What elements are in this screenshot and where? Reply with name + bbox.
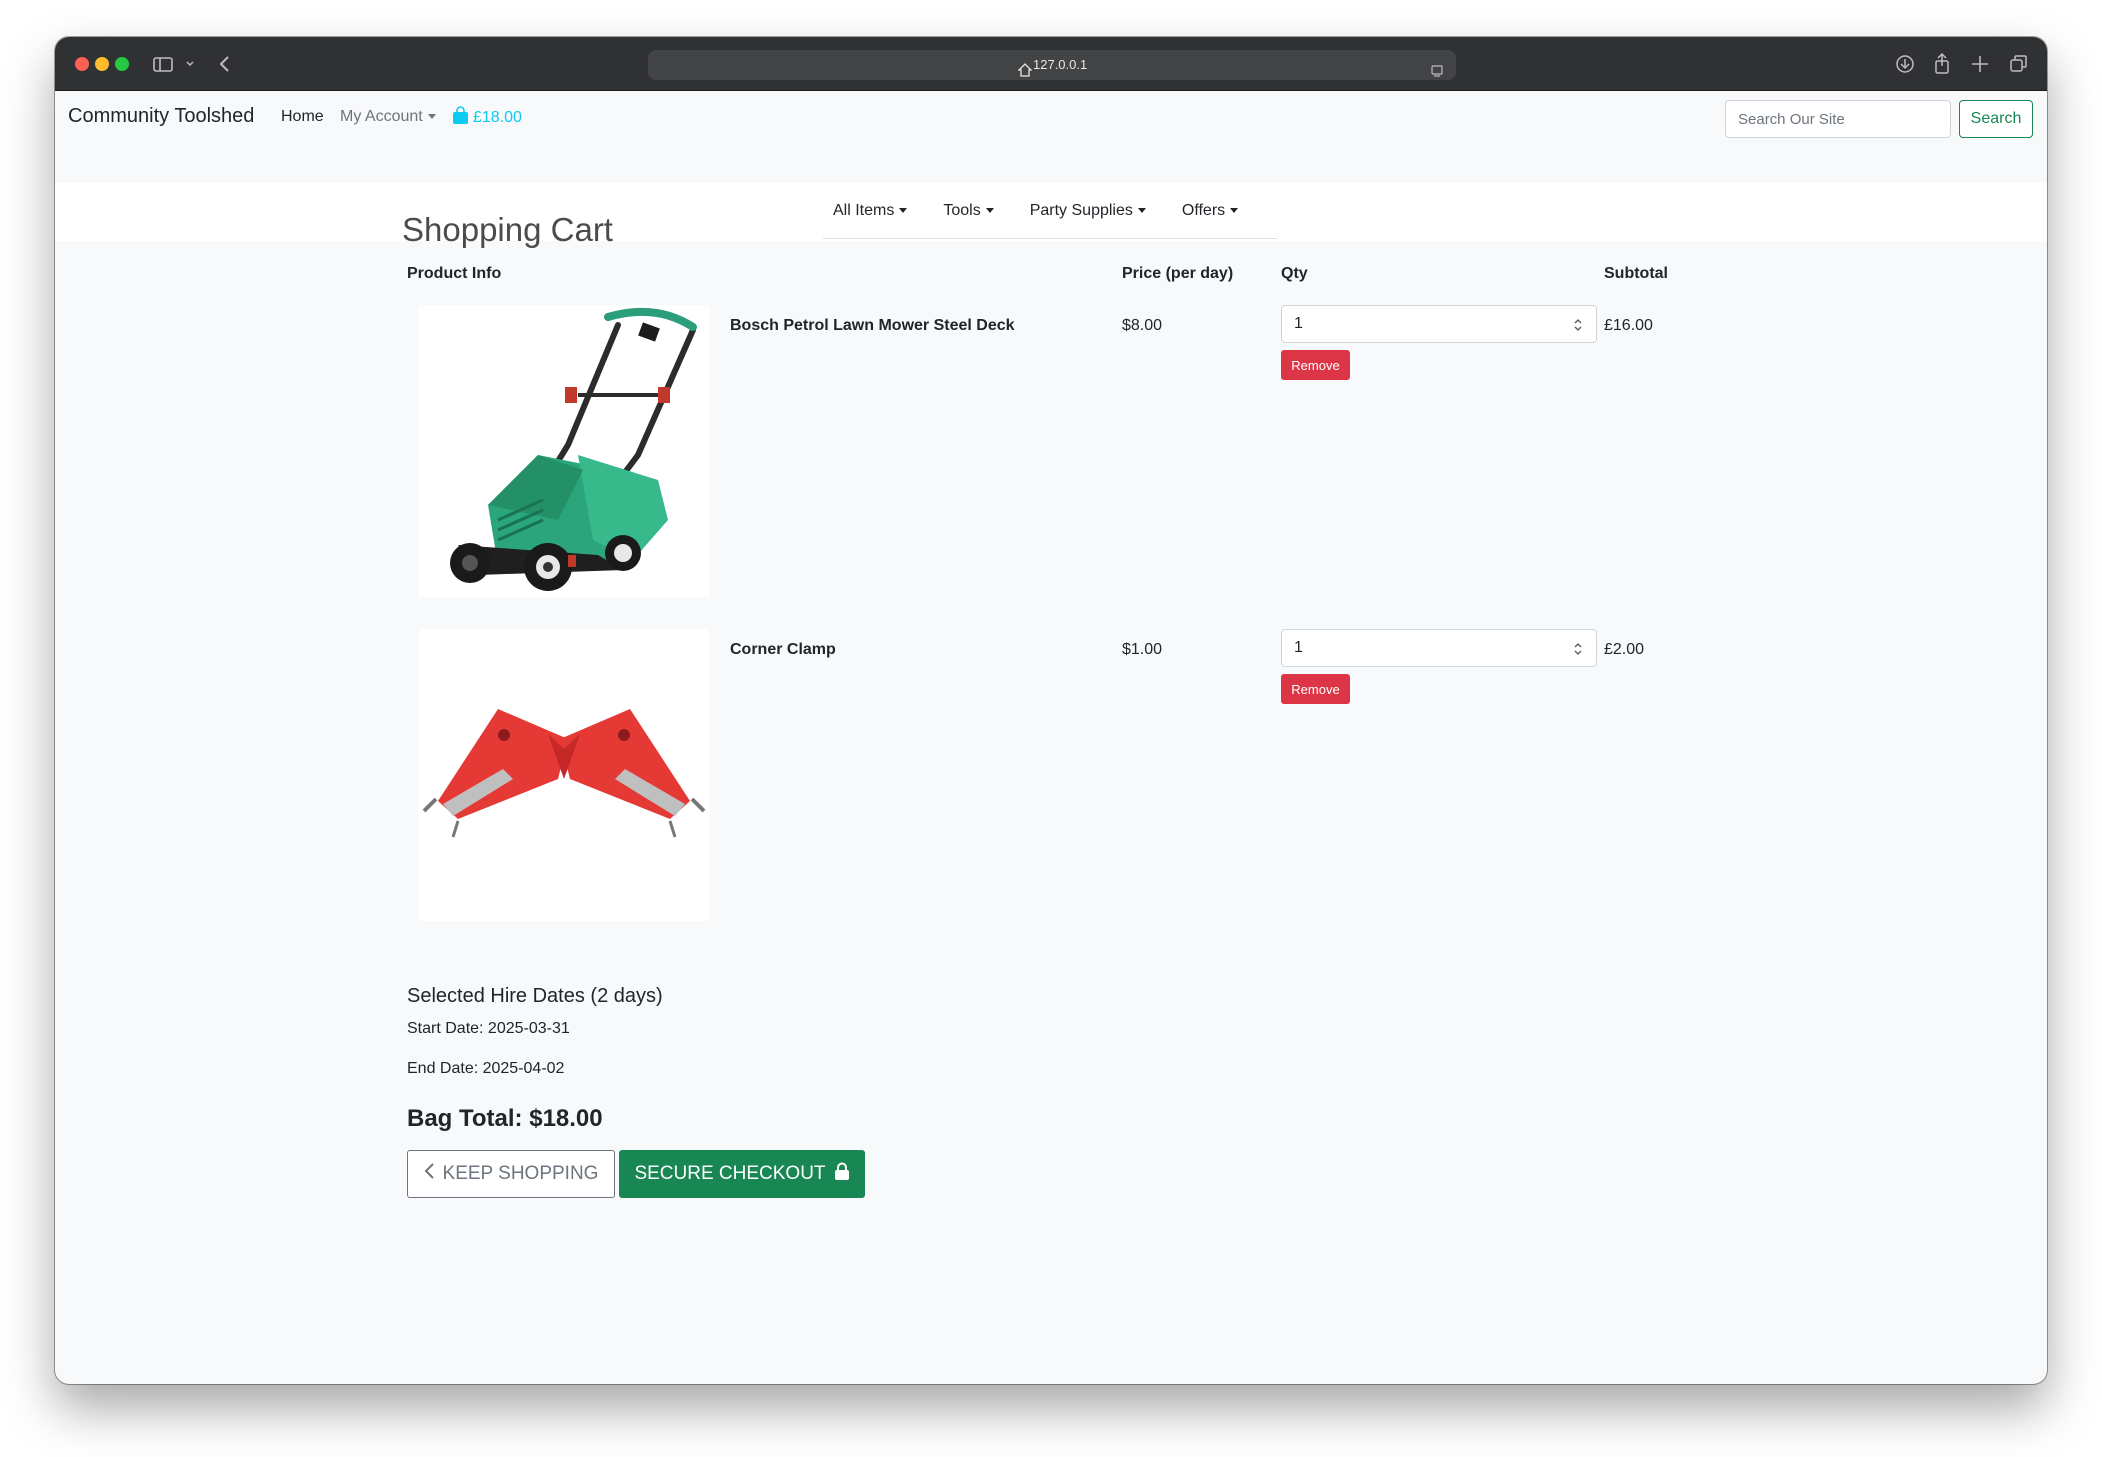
secure-checkout-label: Secure Checkout xyxy=(634,1163,826,1184)
search-input[interactable] xyxy=(1725,100,1951,138)
category-offers[interactable]: Offers xyxy=(1181,201,1239,220)
minimize-window-button[interactable] xyxy=(95,57,109,71)
nav-my-account-dropdown[interactable]: My Account xyxy=(340,108,436,126)
category-label: All Items xyxy=(833,201,895,219)
browser-toolbar: 127.0.0.1 xyxy=(55,37,2047,91)
category-label: Tools xyxy=(943,201,981,219)
hire-dates-title: Selected Hire Dates (2 days) xyxy=(407,985,663,1007)
nav-bag-total: £18.00 xyxy=(473,109,522,126)
category-all-items[interactable]: All Items xyxy=(833,201,908,220)
keep-shopping-label: Keep Shopping xyxy=(442,1163,599,1184)
share-icon[interactable] xyxy=(1933,51,1951,77)
url-text: 127.0.0.1 xyxy=(1033,57,1088,72)
reader-icon[interactable] xyxy=(1430,58,1444,88)
product-name[interactable]: Bosch Petrol Lawn Mower Steel Deck xyxy=(730,317,1015,335)
shopping-bag-icon xyxy=(452,106,469,130)
category-party-supplies[interactable]: Party Supplies xyxy=(1030,202,1146,220)
bag-total: Bag Total: $18.00 xyxy=(407,1105,603,1132)
category-label: Offers xyxy=(1181,201,1226,219)
nav-my-account-label: My Account xyxy=(340,108,423,125)
caret-down-icon xyxy=(1137,207,1146,213)
back-icon[interactable] xyxy=(218,51,232,77)
search-button[interactable]: Search xyxy=(1959,100,2033,138)
close-window-button[interactable] xyxy=(75,57,89,71)
site-brand[interactable]: Community Toolshed xyxy=(68,105,254,128)
lawn-mower-image[interactable] xyxy=(418,305,710,597)
remove-button[interactable]: Remove xyxy=(1281,674,1350,704)
product-subtotal: £2.00 xyxy=(1604,641,1645,658)
top-navbar: Community Toolshed Home My Account £18.0… xyxy=(55,92,2047,241)
new-tab-icon[interactable] xyxy=(1971,51,1989,77)
stepper-icon[interactable] xyxy=(1573,642,1583,656)
column-header-price: Price (per day) xyxy=(1122,265,1234,282)
product-name[interactable]: Corner Clamp xyxy=(730,641,836,659)
sidebar-toggle-icon[interactable] xyxy=(153,51,173,77)
product-price: $1.00 xyxy=(1122,641,1163,658)
remove-button[interactable]: Remove xyxy=(1281,350,1350,380)
column-header-qty: Qty xyxy=(1281,265,1308,282)
category-navbar: All Items Tools Party Supplies Offers xyxy=(55,183,2047,241)
keep-shopping-button[interactable]: Keep Shopping xyxy=(407,1150,615,1198)
hire-end-date: End Date: 2025-04-02 xyxy=(407,1060,565,1077)
chevron-down-icon[interactable] xyxy=(185,51,195,77)
product-price: $8.00 xyxy=(1122,317,1163,334)
caret-down-icon xyxy=(427,114,436,120)
caret-down-icon xyxy=(899,207,908,213)
nav-bag-link[interactable]: £18.00 xyxy=(452,106,522,130)
column-header-subtotal: Subtotal xyxy=(1604,265,1668,282)
chevron-left-icon xyxy=(424,1162,435,1186)
site-icon xyxy=(1017,57,1033,87)
category-label: Party Supplies xyxy=(1029,201,1133,219)
lock-icon xyxy=(834,1162,850,1187)
product-subtotal: £16.00 xyxy=(1604,317,1653,334)
secure-checkout-button[interactable]: Secure Checkout xyxy=(619,1150,865,1198)
hire-start-date: Start Date: 2025-03-31 xyxy=(407,1020,570,1037)
download-icon[interactable] xyxy=(1895,51,1915,77)
quantity-input[interactable] xyxy=(1281,629,1597,667)
address-bar[interactable]: 127.0.0.1 xyxy=(648,50,1456,80)
column-header-product: Product Info xyxy=(407,265,502,282)
browser-window: 127.0.0.1 Community Toolshed Home My Acc… xyxy=(55,37,2047,1384)
category-tools[interactable]: Tools xyxy=(943,201,994,220)
quantity-input[interactable] xyxy=(1281,305,1597,343)
zoom-window-button[interactable] xyxy=(115,57,129,71)
page-title: Shopping Cart xyxy=(402,211,613,248)
caret-down-icon xyxy=(985,207,994,213)
nav-home-link[interactable]: Home xyxy=(281,108,324,126)
corner-clamp-image[interactable] xyxy=(418,629,710,921)
tab-overview-icon[interactable] xyxy=(2009,51,2029,77)
caret-down-icon xyxy=(1230,207,1239,213)
stepper-icon[interactable] xyxy=(1573,318,1583,332)
